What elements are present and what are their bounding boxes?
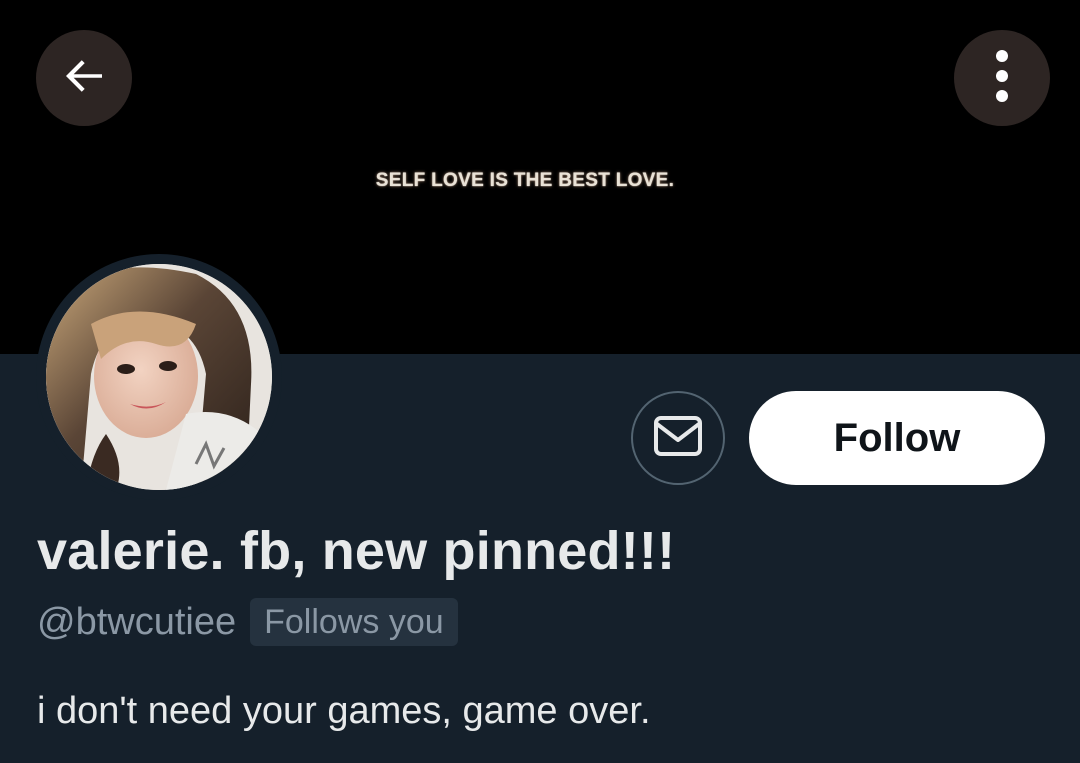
handle-row: @btwcutiee Follows you (37, 598, 458, 646)
display-name: valerie. fb, new pinned!!! (37, 521, 676, 581)
avatar[interactable] (36, 254, 282, 500)
more-options-button[interactable] (954, 30, 1050, 126)
envelope-icon (653, 415, 703, 462)
follow-button[interactable]: Follow (749, 391, 1045, 485)
username-handle: @btwcutiee (37, 600, 237, 643)
more-vertical-icon (992, 47, 1012, 110)
message-button[interactable] (631, 391, 725, 485)
avatar-image (46, 264, 272, 490)
arrow-left-icon (57, 49, 111, 108)
back-button[interactable] (36, 30, 132, 126)
follows-you-badge: Follows you (250, 598, 458, 646)
profile-bio: i don't need your games, game over. (37, 690, 651, 732)
banner-text: SELF LOVE IS THE BEST LOVE. (375, 170, 675, 191)
